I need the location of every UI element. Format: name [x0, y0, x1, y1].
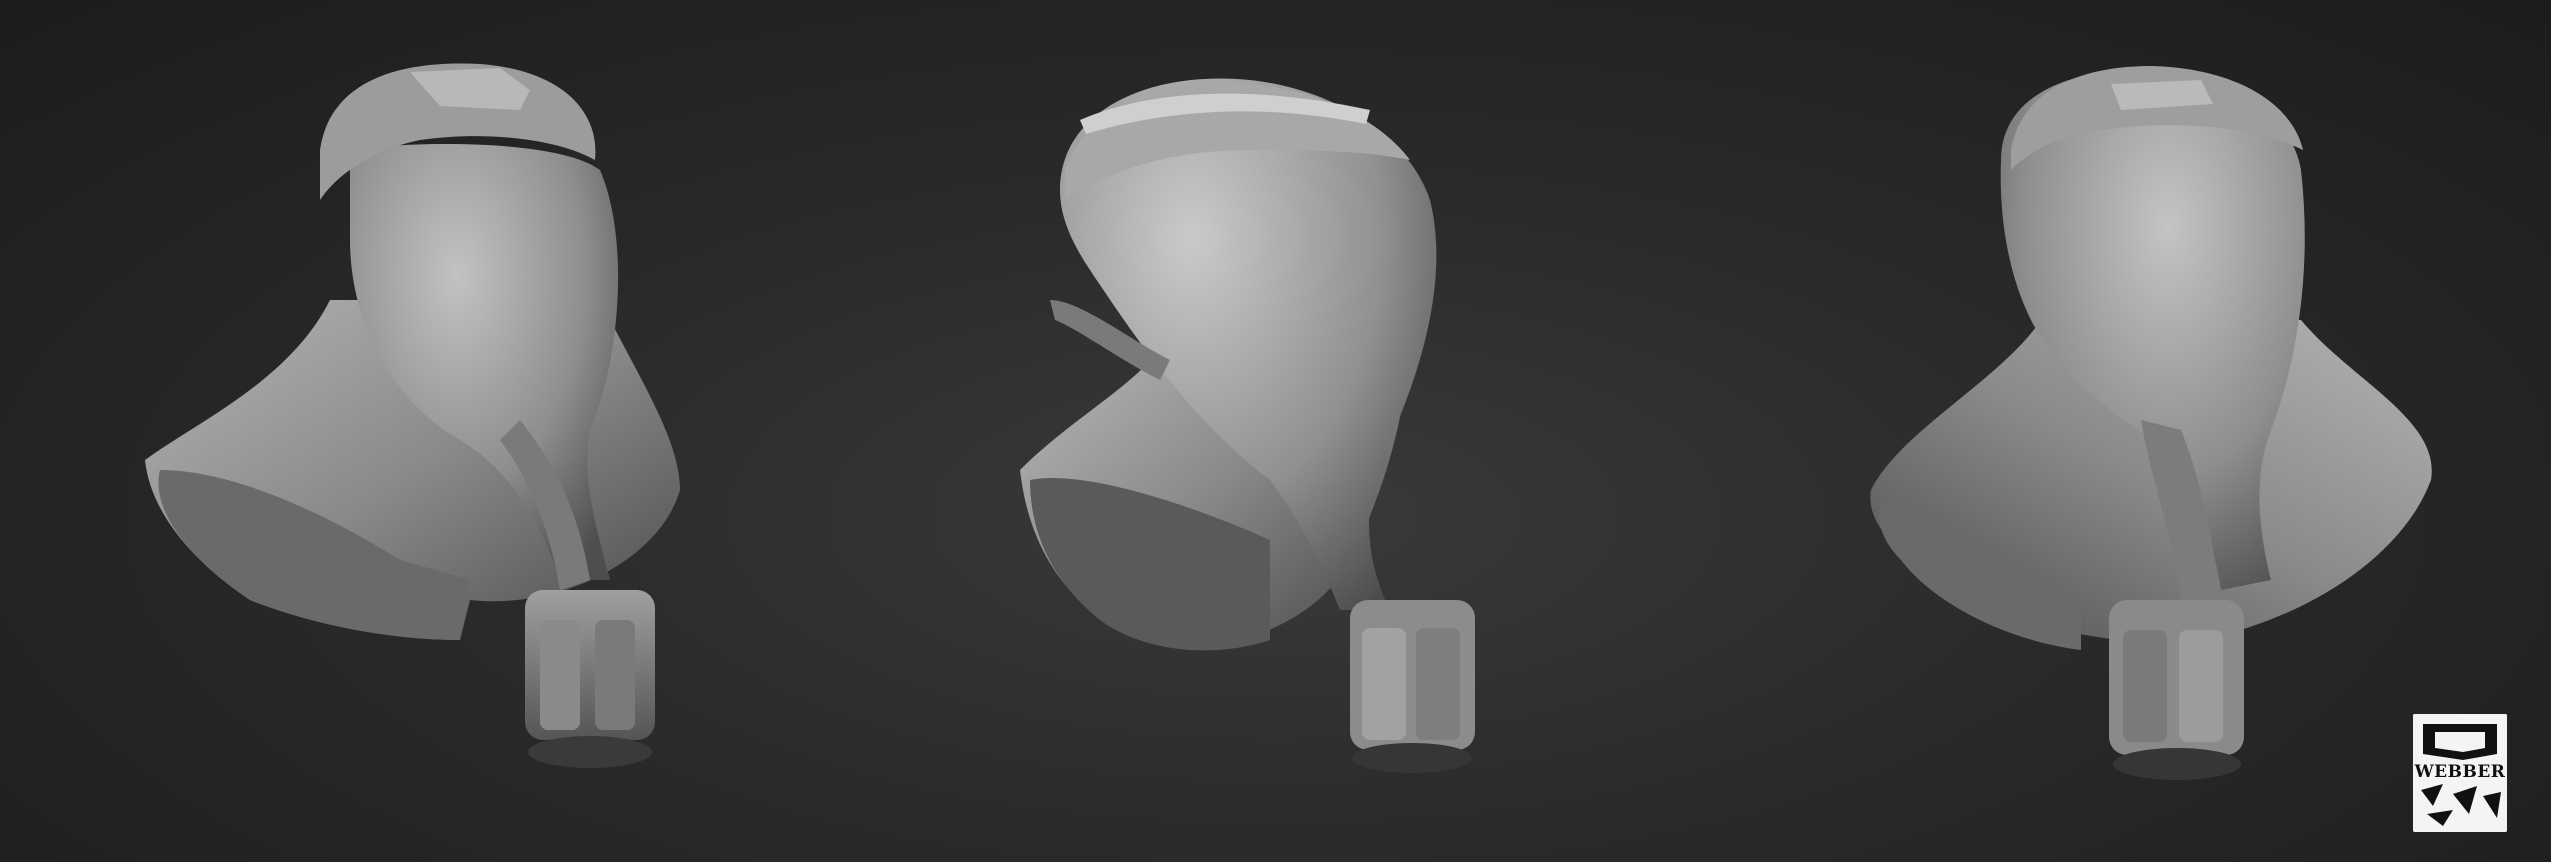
- bust-render-three-quarter-left: [0, 0, 850, 862]
- watermark-text: WEBBER: [2414, 762, 2506, 782]
- artist-watermark-logo: WEBBER: [2413, 714, 2507, 832]
- bust-render-profile: [850, 0, 1700, 862]
- render-canvas: WEBBER: [0, 0, 2551, 862]
